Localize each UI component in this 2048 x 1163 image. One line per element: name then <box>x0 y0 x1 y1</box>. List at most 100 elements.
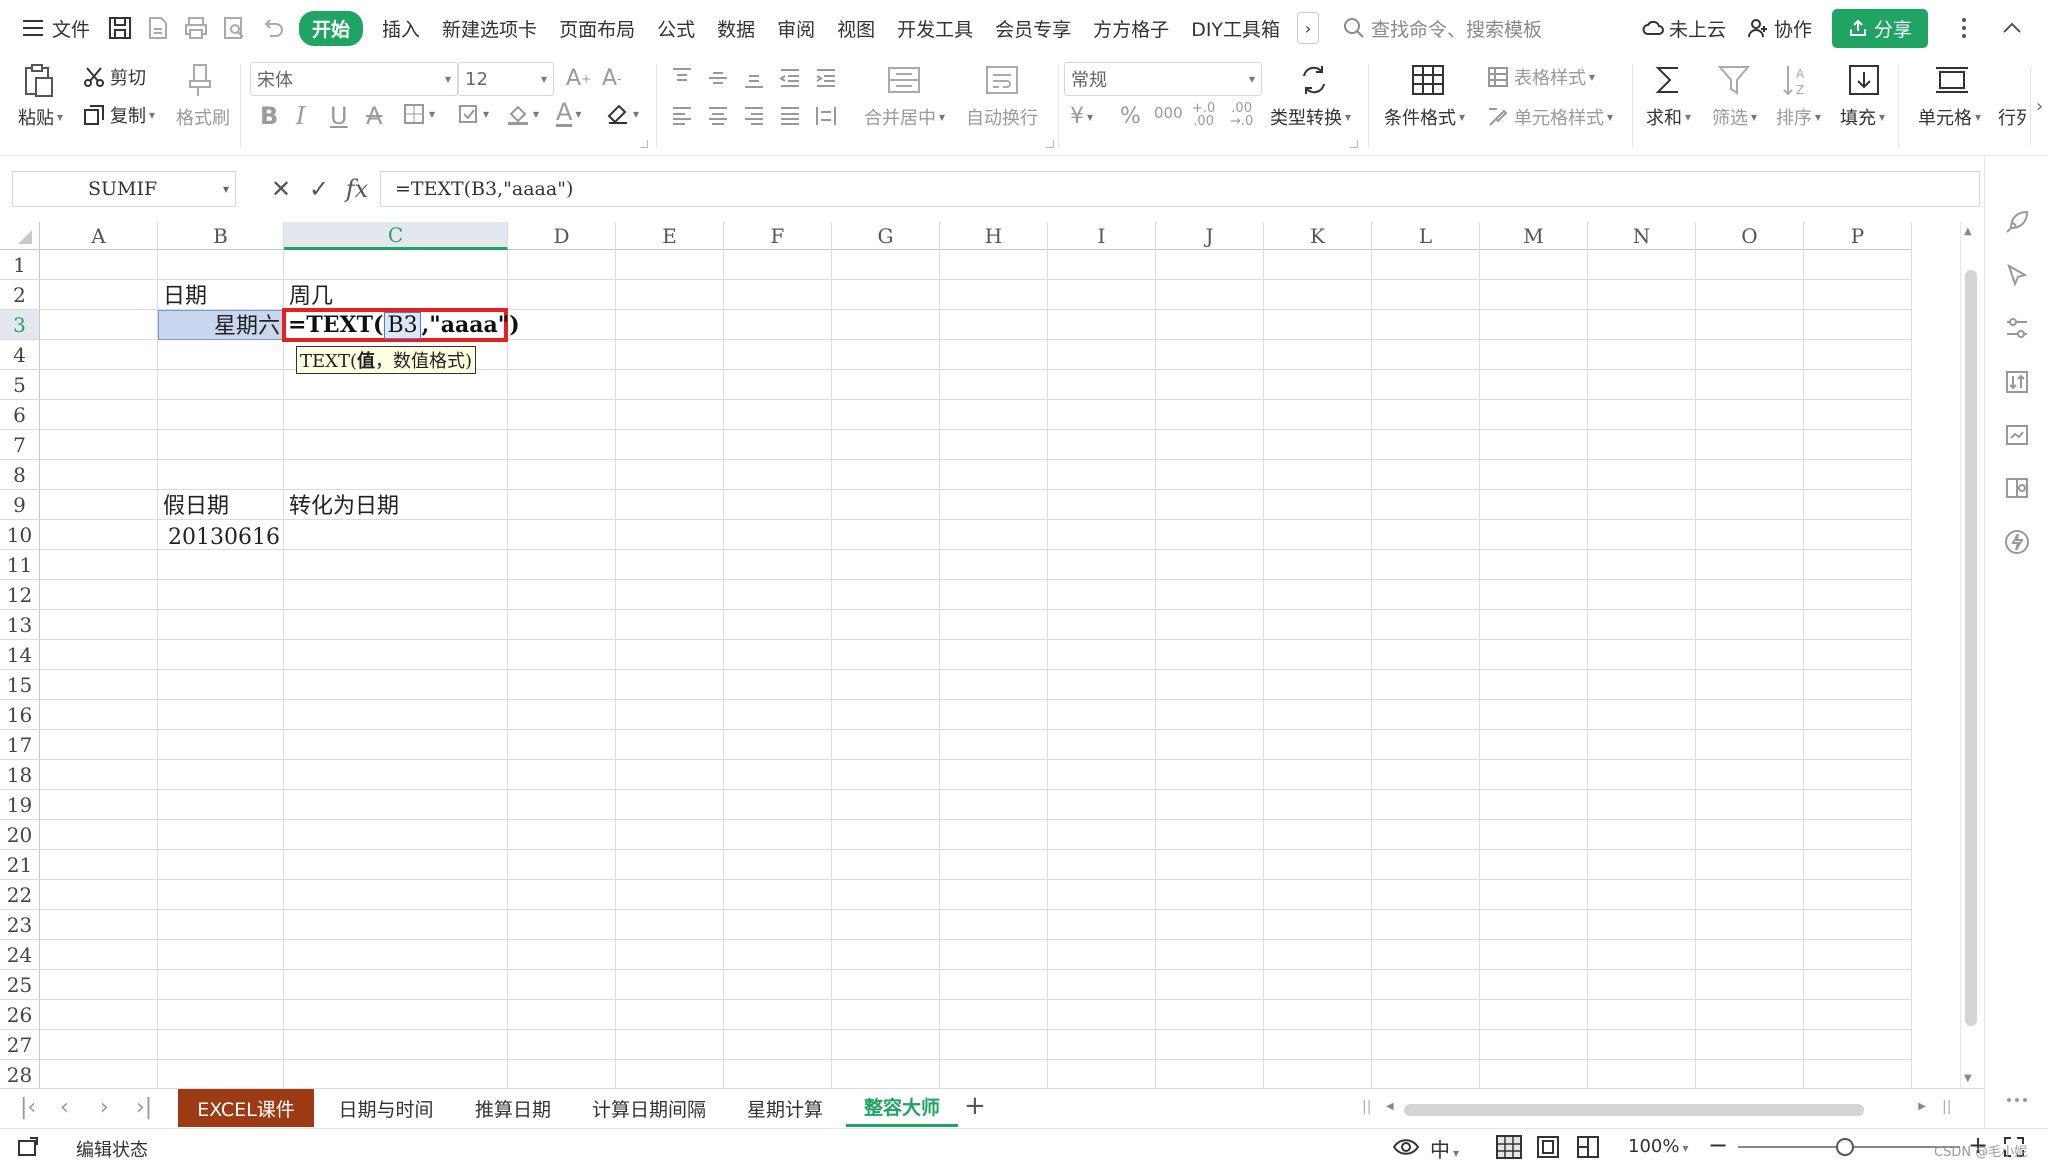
justify-icon[interactable] <box>778 104 802 128</box>
copy-button[interactable]: 复制 ▾ <box>82 102 155 128</box>
column-header-l[interactable]: L <box>1372 222 1480 250</box>
tab-start[interactable]: 开始 <box>299 10 364 46</box>
tab-insert[interactable]: 插入 <box>371 15 431 42</box>
font-shrink-icon[interactable]: A- <box>602 66 621 91</box>
collab-button[interactable]: 协作 <box>1746 15 1812 42</box>
cell-b9[interactable]: 假日期 <box>158 490 233 520</box>
lightning-icon[interactable] <box>2003 528 2031 556</box>
alignment-dialog-launcher[interactable] <box>1046 140 1054 148</box>
format-painter-button[interactable]: 格式刷 <box>176 104 230 130</box>
row-header-18[interactable]: 18 <box>0 760 40 790</box>
font-dialog-launcher[interactable] <box>640 140 648 148</box>
scroll-right-icon[interactable]: ▶ <box>1918 1101 1926 1112</box>
ribbon-scroll-right-icon[interactable]: › <box>2030 66 2048 146</box>
underline-icon[interactable]: U <box>330 102 348 130</box>
type-convert-button[interactable]: 类型转换 ▾ <box>1270 104 1351 130</box>
number-format-select[interactable]: 常规 ▾ <box>1064 62 1262 96</box>
tab-diy-toolbox[interactable]: DIY工具箱 <box>1180 15 1291 42</box>
row-header-14[interactable]: 14 <box>0 640 40 670</box>
file-menu[interactable]: 文件 <box>0 15 101 42</box>
cell-c2[interactable]: 周几 <box>284 280 337 310</box>
column-header-j[interactable]: J <box>1156 222 1264 250</box>
merge-center-icon[interactable] <box>886 62 922 98</box>
row-header-1[interactable]: 1 <box>0 250 40 280</box>
sheet-tab-active[interactable]: 整容大师 <box>846 1089 958 1127</box>
last-sheet-icon[interactable]: ›| <box>136 1095 152 1120</box>
font-color-icon[interactable]: A ▾ <box>556 100 581 127</box>
column-header-o[interactable]: O <box>1696 222 1804 250</box>
row-header-3[interactable]: 3 <box>0 310 40 340</box>
cell-fill-style-icon[interactable]: ▾ <box>456 102 489 126</box>
tab-page-layout[interactable]: 页面布局 <box>548 15 646 42</box>
spreadsheet-grid[interactable]: ABCDEFGHIJKLMNOP 1 2 3 4 5 6 7 8 9 10 11 12 13 14 15 16… <box>0 222 1960 1088</box>
align-left-icon[interactable] <box>670 104 694 128</box>
sort-button[interactable]: 排序 ▾ <box>1776 104 1821 130</box>
row-header-21[interactable]: 21 <box>0 850 40 880</box>
fill-color-icon[interactable]: ▾ <box>506 102 539 126</box>
row-header-13[interactable]: 13 <box>0 610 40 640</box>
cell-style-button[interactable]: 单元格样式 ▾ <box>1486 104 1613 130</box>
conditional-format-button[interactable]: 条件格式 ▾ <box>1384 104 1465 130</box>
sum-button[interactable]: 求和 ▾ <box>1646 104 1691 130</box>
rocket-icon[interactable] <box>2003 208 2031 236</box>
more-tabs-icon[interactable]: › <box>1297 12 1320 44</box>
macro-record-icon[interactable] <box>16 1135 40 1159</box>
tab-data[interactable]: 数据 <box>706 15 766 42</box>
strikethrough-icon[interactable]: A <box>366 102 382 130</box>
row-header-8[interactable]: 8 <box>0 460 40 490</box>
column-header-a[interactable]: A <box>40 222 158 250</box>
tab-formulas[interactable]: 公式 <box>646 15 706 42</box>
border-icon[interactable]: ▾ <box>402 102 435 126</box>
bold-icon[interactable]: B <box>260 102 278 130</box>
export-pdf-icon[interactable] <box>143 13 173 43</box>
row-col-button[interactable]: 行列 <box>1998 104 2026 130</box>
horizontal-scroll-thumb[interactable] <box>1404 1104 1864 1116</box>
increase-decimal-icon[interactable]: +.0.00 <box>1192 102 1215 128</box>
cell-b2[interactable]: 日期 <box>158 280 211 310</box>
more-options-icon[interactable] <box>1952 16 1976 40</box>
scroll-down-icon[interactable]: ▼ <box>1964 1073 1972 1084</box>
column-header-h[interactable]: H <box>940 222 1048 250</box>
column-header-c[interactable]: C <box>284 222 508 250</box>
chart-settings-icon[interactable] <box>2003 422 2031 450</box>
column-header-i[interactable]: I <box>1048 222 1156 250</box>
column-header-k[interactable]: K <box>1264 222 1372 250</box>
merge-center-button[interactable]: 合并居中 ▾ <box>864 104 945 130</box>
confirm-edit-icon[interactable]: ✓ <box>300 175 338 203</box>
row-header-26[interactable]: 26 <box>0 1000 40 1030</box>
sum-icon[interactable] <box>1650 62 1686 98</box>
cell-c9[interactable]: 转化为日期 <box>284 490 403 520</box>
horizontal-scrollbar[interactable]: ◀ ▶ <box>1384 1097 1928 1121</box>
row-header-11[interactable]: 11 <box>0 550 40 580</box>
more-icon[interactable] <box>2003 1086 2031 1114</box>
italic-icon[interactable]: I <box>296 102 305 130</box>
row-header-22[interactable]: 22 <box>0 880 40 910</box>
type-convert-icon[interactable] <box>1296 62 1332 98</box>
save-icon[interactable] <box>105 13 135 43</box>
tab-ffgz[interactable]: 方方格子 <box>1082 15 1180 42</box>
row-header-2[interactable]: 2 <box>0 280 40 310</box>
zoom-slider-thumb[interactable] <box>1836 1138 1854 1156</box>
thousands-icon[interactable]: 000 <box>1154 104 1183 122</box>
cell-b3[interactable]: 星期六 <box>158 310 284 340</box>
sheet-tab-date-time[interactable]: 日期与时间 <box>320 1089 452 1127</box>
eye-protection-icon[interactable] <box>1392 1135 1420 1159</box>
sheet-tab-weekday-calc[interactable]: 星期计算 <box>730 1089 840 1127</box>
wrap-text-icon[interactable] <box>984 62 1020 98</box>
column-header-b[interactable]: B <box>158 222 284 250</box>
row-header-24[interactable]: 24 <box>0 940 40 970</box>
tab-review[interactable]: 审阅 <box>766 15 826 42</box>
align-middle-icon[interactable] <box>706 66 730 90</box>
number-dialog-launcher[interactable] <box>1350 140 1358 148</box>
row-header-20[interactable]: 20 <box>0 820 40 850</box>
tab-member[interactable]: 会员专享 <box>984 15 1082 42</box>
wrap-text-button[interactable]: 自动换行 <box>966 104 1038 130</box>
prev-sheet-icon[interactable]: ‹ <box>60 1095 69 1120</box>
format-painter-icon[interactable] <box>184 62 220 98</box>
column-header-m[interactable]: M <box>1480 222 1588 250</box>
column-header-p[interactable]: P <box>1804 222 1912 250</box>
input-method-icon[interactable]: 中 ▾ <box>1430 1134 1459 1163</box>
print-preview-icon[interactable] <box>219 13 249 43</box>
insert-function-icon[interactable]: fx <box>338 175 376 203</box>
book-search-icon[interactable] <box>2003 474 2031 502</box>
